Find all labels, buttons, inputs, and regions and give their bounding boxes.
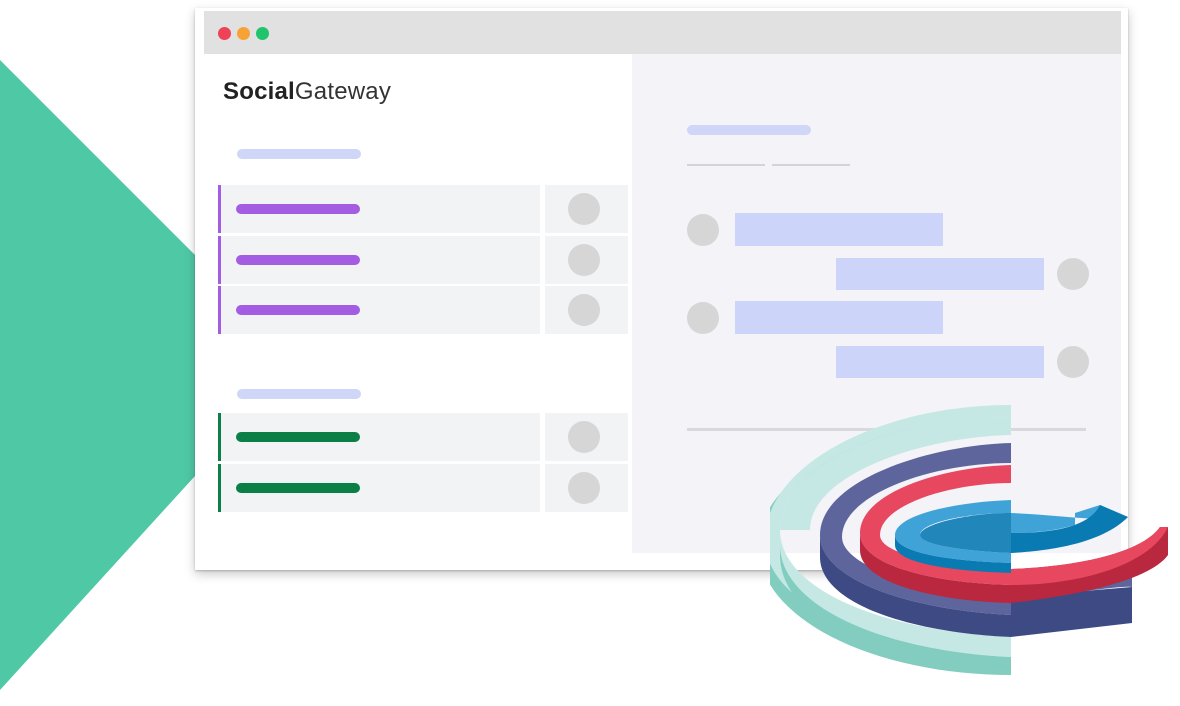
list-item[interactable] — [218, 185, 628, 233]
list-item-label-placeholder — [236, 483, 360, 493]
message-bubble-outgoing — [836, 346, 1044, 378]
list-item-accent — [218, 185, 221, 233]
list-item[interactable] — [218, 464, 628, 512]
avatar — [687, 214, 719, 246]
list-item-label-placeholder — [236, 204, 360, 214]
message-bubble-outgoing — [836, 258, 1044, 290]
avatar — [1057, 346, 1089, 378]
conversation-title-placeholder — [687, 125, 811, 135]
list-item-accent — [218, 464, 221, 512]
conversation-meta-placeholder — [772, 164, 850, 166]
app-logo: SocialGateway — [223, 78, 391, 106]
section-heading-placeholder — [237, 389, 361, 399]
section-heading-placeholder — [237, 149, 361, 159]
avatar — [687, 302, 719, 334]
avatar — [1057, 258, 1089, 290]
avatar[interactable] — [568, 294, 600, 326]
avatar[interactable] — [568, 472, 600, 504]
avatar[interactable] — [568, 193, 600, 225]
list-item[interactable] — [218, 236, 628, 284]
donut-rings-icon — [770, 405, 1168, 675]
avatar[interactable] — [568, 244, 600, 276]
list-item[interactable] — [218, 413, 628, 461]
window-titlebar — [204, 11, 1121, 54]
message-bubble-incoming — [735, 213, 943, 246]
logo-bold: Social — [223, 78, 295, 105]
list-item-accent — [218, 413, 221, 461]
list-item-label-placeholder — [236, 432, 360, 442]
avatar[interactable] — [568, 421, 600, 453]
close-button[interactable] — [218, 27, 231, 40]
list-item-accent — [218, 236, 221, 284]
logo-light: Gateway — [294, 78, 392, 105]
list-item-label-placeholder — [236, 305, 360, 315]
conversation-meta-placeholder — [687, 164, 765, 166]
minimize-button[interactable] — [237, 27, 250, 40]
maximize-button[interactable] — [256, 27, 269, 40]
list-item-label-placeholder — [236, 255, 360, 265]
list-item[interactable] — [218, 286, 628, 334]
list-item-accent — [218, 286, 221, 334]
message-bubble-incoming — [735, 301, 943, 334]
